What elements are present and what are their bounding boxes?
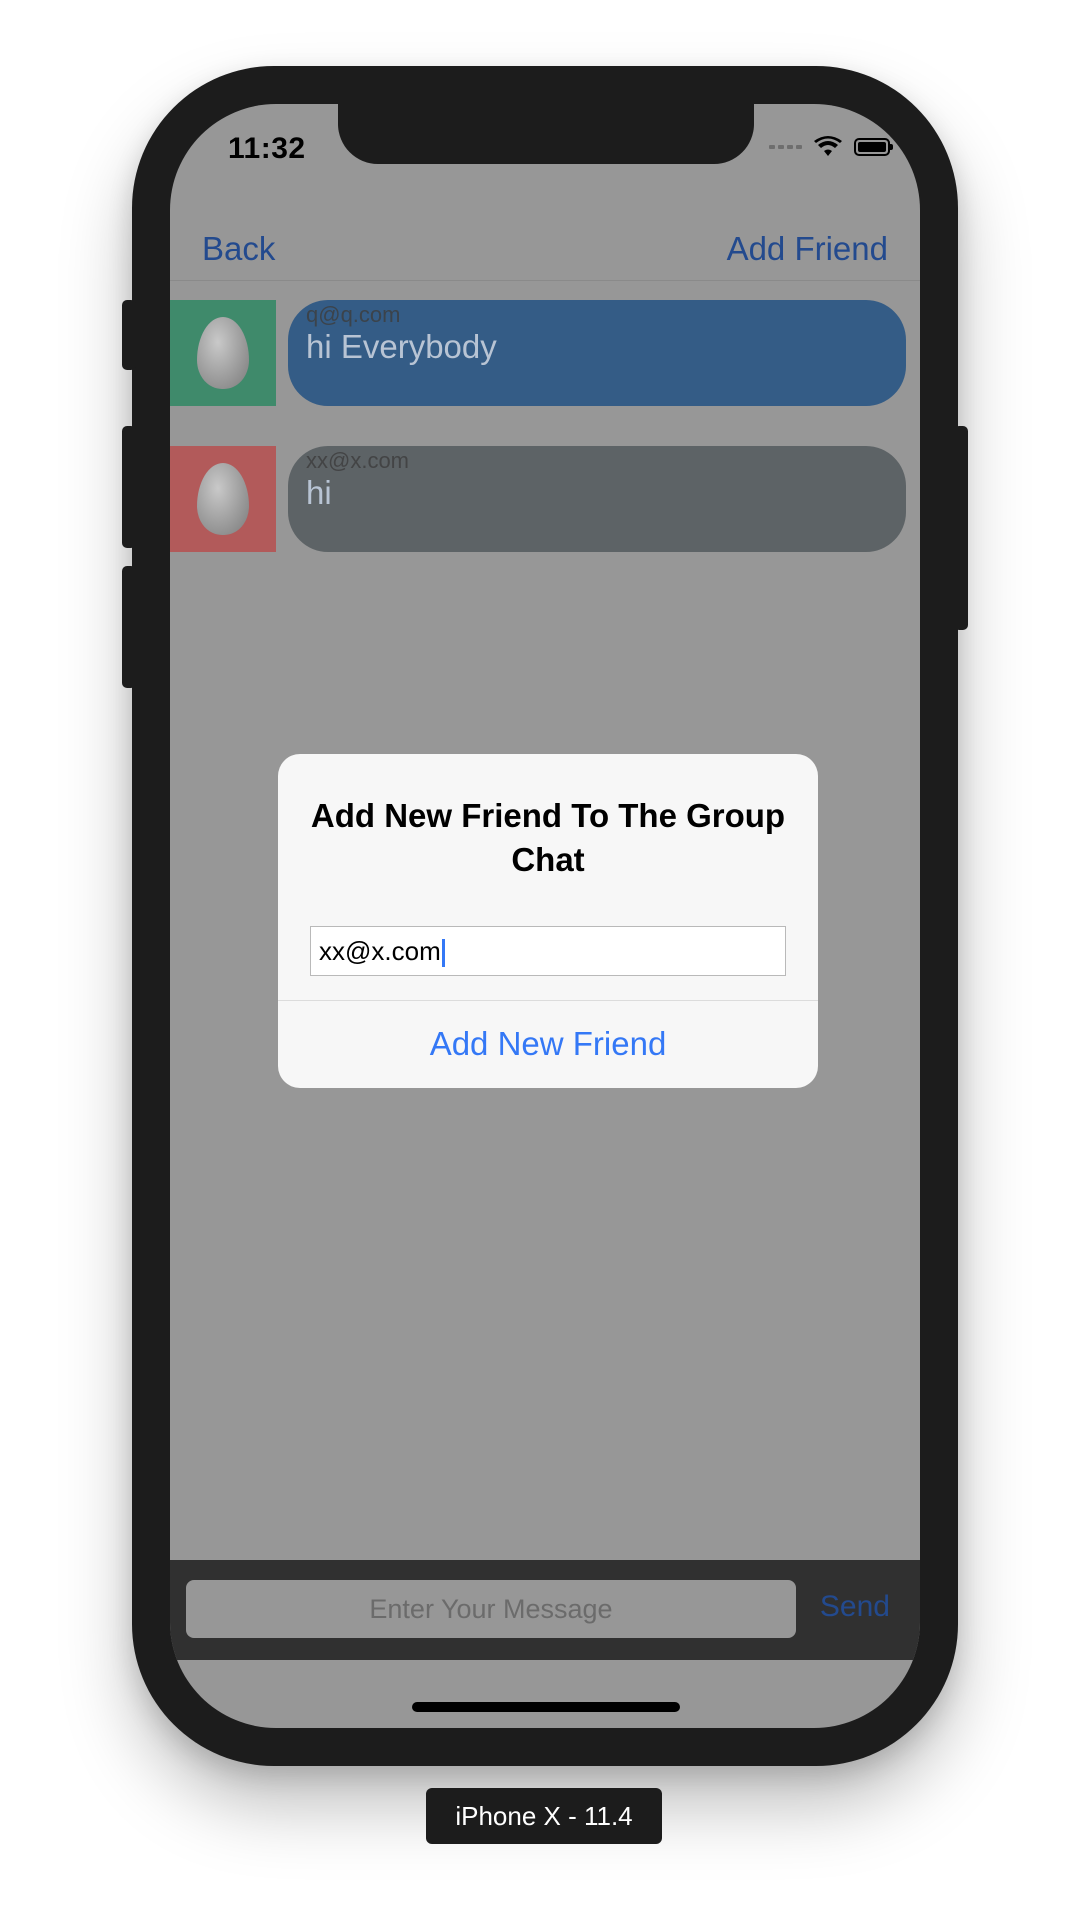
app-screen: 11:32 Back Add Friend q@q.com hi Everybo… [170,104,920,1728]
device-label: iPhone X - 11.4 [426,1788,662,1844]
notch [338,104,754,164]
egg-avatar-icon [197,317,249,389]
add-new-friend-button[interactable]: Add New Friend [278,1000,818,1088]
home-indicator[interactable] [412,1702,680,1712]
message-input[interactable]: Enter Your Message [186,1580,796,1638]
message-row: xx@x.com hi [170,446,920,552]
status-time: 11:32 [228,132,306,165]
wifi-icon [814,136,842,156]
power-button [954,426,968,630]
message-row: q@q.com hi Everybody [170,300,920,406]
battery-icon [854,138,893,156]
back-button[interactable]: Back [202,230,275,268]
message-bubble: q@q.com hi Everybody [288,300,906,406]
navigation-bar: Back Add Friend [170,216,920,281]
friend-email-field[interactable]: xx@x.com [310,926,786,976]
message-composer: Enter Your Message Send [170,1560,920,1660]
avatar [170,300,276,406]
message-text: hi [306,474,332,511]
status-icons [769,136,893,158]
egg-avatar-icon [197,463,249,535]
alert-title: Add New Friend To The Group Chat [310,797,786,878]
send-button[interactable]: Send [820,1590,890,1624]
text-cursor [441,939,445,968]
message-sender: q@q.com [306,302,401,327]
volume-up-button [122,426,136,548]
message-text: hi Everybody [306,328,497,365]
avatar [170,446,276,552]
message-bubble: xx@x.com hi [288,446,906,552]
volume-down-button [122,566,136,688]
friend-email-value: xx@x.com [319,936,441,966]
message-sender: xx@x.com [306,448,410,473]
ringer-switch [122,300,136,370]
signal-icon [769,145,802,149]
add-friend-alert: Add New Friend To The Group Chat xx@x.co… [278,754,818,1088]
add-friend-button[interactable]: Add Friend [727,230,888,268]
